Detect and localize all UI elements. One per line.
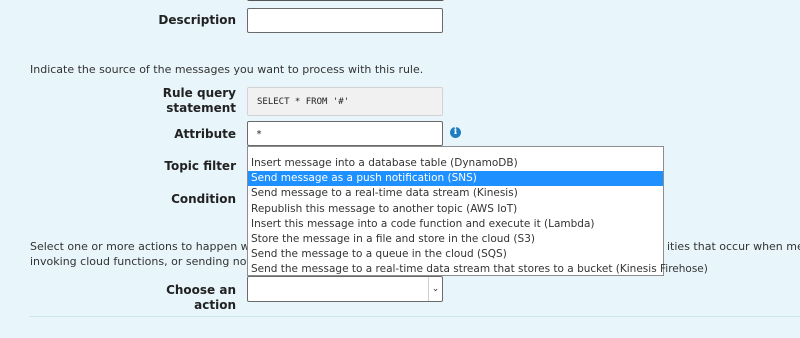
- option-dynamodb[interactable]: Insert message into a database table (Dy…: [248, 156, 663, 171]
- option-aws-iot[interactable]: Republish this message to another topic …: [248, 202, 663, 217]
- actions-instruction-line2: invoking cloud functions, or sending not…: [30, 255, 281, 268]
- chevron-down-icon[interactable]: ⌄: [428, 277, 442, 301]
- choose-action-select[interactable]: ⌄: [247, 276, 443, 302]
- info-icon[interactable]: i: [450, 127, 461, 138]
- condition-label: Condition: [171, 192, 236, 206]
- attribute-label: Attribute: [174, 127, 236, 141]
- option-s3[interactable]: Store the message in a file and store in…: [248, 232, 663, 247]
- option-kinesis-firehose[interactable]: Send the message to a real-time data str…: [248, 262, 708, 277]
- option-kinesis[interactable]: Send message to a real-time data stream …: [248, 186, 663, 201]
- attribute-input[interactable]: *: [247, 121, 443, 146]
- rule-query-statement: SELECT * FROM '#': [247, 87, 443, 116]
- description-input[interactable]: [247, 8, 443, 33]
- option-sns[interactable]: Send message as a push notification (SNS…: [248, 171, 663, 187]
- actions-instruction-line1: Select one or more actions to happen whe…: [30, 240, 279, 253]
- choose-action-label: Choose an action: [166, 283, 236, 312]
- description-label: Description: [158, 13, 236, 27]
- actions-instruction-line1-right: ities that occur when messag: [667, 240, 800, 253]
- previous-field-bottom-edge: [247, 0, 444, 1]
- rule-query-label: Rule query statement: [150, 86, 236, 116]
- topic-filter-label: Topic filter: [164, 159, 236, 173]
- section-divider: [30, 316, 800, 317]
- action-dropdown-list: Insert message into a database table (Dy…: [247, 146, 708, 277]
- option-sqs[interactable]: Send the message to a queue in the cloud…: [248, 247, 663, 262]
- rule-query-label-line2: statement: [166, 101, 236, 115]
- source-instruction: Indicate the source of the messages you …: [30, 63, 424, 76]
- rule-query-label-line1: Rule query: [162, 86, 236, 100]
- option-lambda[interactable]: Insert this message into a code function…: [248, 217, 663, 232]
